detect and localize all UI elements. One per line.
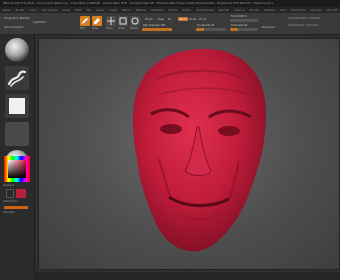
document-canvas[interactable]: [38, 38, 340, 270]
quick-sketch-button[interactable]: Quick Sketch: [4, 25, 24, 29]
left-eye: [160, 124, 182, 134]
zsub-button[interactable]: Zsub: [189, 17, 196, 21]
menu-item-brush[interactable]: Brush: [16, 8, 25, 12]
z-intensity-slider[interactable]: Z Intensity 25: [196, 24, 226, 31]
window-title: ZBrush 4R7 P3 (x64) - Document [Memory] …: [3, 1, 274, 5]
color-swatches: [4, 189, 30, 198]
alpha-selector-button[interactable]: [5, 94, 29, 118]
menu-item-render[interactable]: Render: [219, 8, 230, 12]
sculpted-head-model[interactable]: [39, 39, 339, 269]
color-picker-shade: [8, 160, 26, 178]
total-points-readout: TotalPoints: 376,822: [288, 23, 319, 27]
window-title-bar: ZBrush 4R7 P3 (x64) - Document [Memory] …: [0, 0, 340, 7]
menu-item-draw[interactable]: Draw: [62, 8, 70, 12]
menu-item-marker[interactable]: Marker: [136, 8, 146, 12]
menu-item-material[interactable]: Material: [151, 8, 163, 12]
menu-item-document[interactable]: Document: [42, 8, 58, 12]
scale-button[interactable]: Scale: [118, 16, 128, 30]
secondary-color-swatch[interactable]: [6, 189, 14, 198]
texture-selector-button[interactable]: [5, 122, 29, 146]
draw-icon: [94, 18, 100, 24]
bottom-status-bar: [34, 272, 340, 280]
focal-shift-slider[interactable]: Focal Shift 0: [230, 15, 258, 22]
switch-color-button[interactable]: SwitchColor: [3, 200, 18, 203]
right-eye: [218, 126, 240, 136]
m-button[interactable]: M: [168, 17, 171, 21]
move-icon: [107, 17, 115, 25]
rgb-button[interactable]: Rgb: [158, 17, 164, 21]
alternate-button[interactable]: [4, 206, 28, 209]
menu-item-tool[interactable]: Tool: [280, 8, 286, 12]
lightbox-button[interactable]: LightBox: [33, 20, 46, 24]
menu-item-zscript[interactable]: Zscript: [327, 8, 337, 12]
draw-size-slider[interactable]: Draw Size 64: [230, 24, 258, 31]
move-button[interactable]: Move: [106, 16, 116, 30]
active-points-readout: ActivePoints: 376,822: [288, 16, 321, 20]
point-counts: ActivePoints: 376,822 TotalPoints: 376,8…: [288, 15, 321, 29]
gradient-label[interactable]: Gradient: [3, 184, 14, 187]
menu-item-layer[interactable]: Layer: [96, 8, 104, 12]
menu-item-macro[interactable]: Macro: [122, 8, 131, 12]
menu-item-movie[interactable]: Movie: [168, 8, 177, 12]
freehand-stroke-icon: [7, 70, 27, 87]
rgb-intensity-slider[interactable]: Rgb Intensity 100: [142, 24, 172, 31]
dynamic-button[interactable]: Dynamic: [262, 25, 275, 29]
alternate-label: Alternate: [3, 211, 15, 214]
draw-size-fill: [230, 28, 239, 31]
left-tray: Gradient SwitchColor Alternate: [0, 34, 35, 280]
zadd-button[interactable]: Zadd: [178, 17, 188, 21]
menu-item-color[interactable]: Color: [29, 8, 37, 12]
menu-item-edit[interactable]: Edit: [75, 8, 81, 12]
stroke-selector-button[interactable]: [5, 66, 29, 90]
menu-item-stroke[interactable]: Stroke: [250, 8, 260, 12]
edit-icon: [82, 18, 88, 24]
rgb-intensity-fill: [142, 28, 172, 31]
menu-item-preferences[interactable]: Preferences: [196, 8, 214, 12]
menu-item-light[interactable]: Light: [109, 8, 117, 12]
top-toolbar: Projection Master LightBox Quick Sketch …: [0, 13, 340, 35]
menu-item-texture[interactable]: Texture: [264, 8, 275, 12]
alpha-square-icon: [9, 98, 25, 114]
menu-item-zplugin[interactable]: Zplugin: [311, 8, 322, 12]
menu-item-file[interactable]: File: [86, 8, 91, 12]
z-intensity-fill: [196, 28, 204, 31]
edit-button[interactable]: Edit: [80, 16, 90, 30]
menu-item-stencil[interactable]: Stencil: [234, 8, 244, 12]
scale-icon: [119, 17, 127, 25]
rotate-icon: [131, 17, 139, 25]
menu-item-alpha[interactable]: Alpha: [2, 8, 11, 12]
mrgb-button[interactable]: Mrgb: [145, 17, 153, 21]
projection-master-button[interactable]: Projection Master: [4, 16, 30, 20]
color-picker[interactable]: [4, 156, 30, 182]
menu-item-transform[interactable]: Transform: [291, 8, 306, 12]
zcut-button[interactable]: Zcut: [199, 17, 206, 21]
rotate-button[interactable]: Rotate: [130, 16, 140, 30]
draw-button[interactable]: Draw: [92, 16, 102, 30]
brush-selector-button[interactable]: [5, 38, 29, 62]
main-color-swatch[interactable]: [16, 189, 26, 198]
menu-item-picker[interactable]: Picker: [182, 8, 191, 12]
